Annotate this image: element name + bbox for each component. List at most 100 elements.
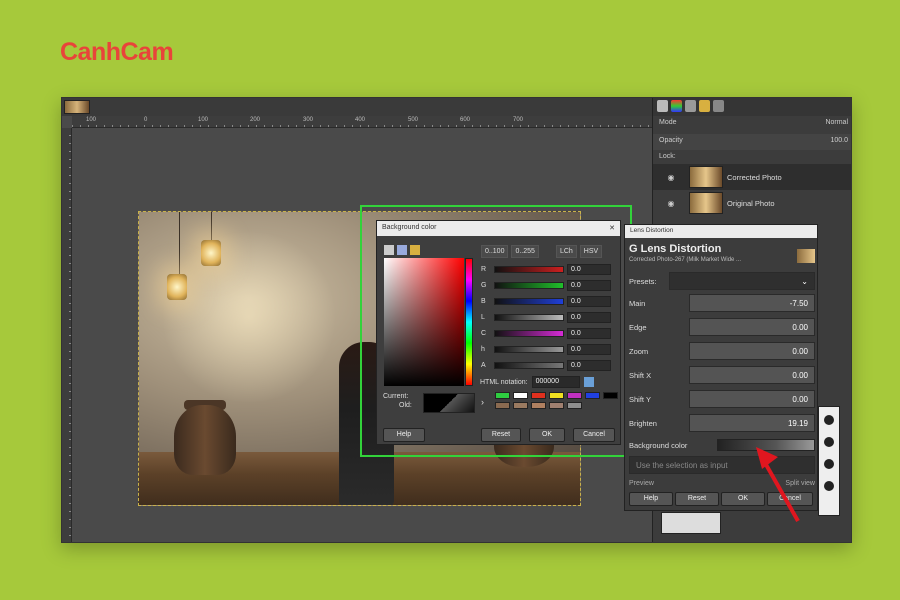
color-slider-r[interactable]: R 0.0 [481,263,618,275]
field-value-input[interactable]: 19.19 [689,414,815,432]
ruler-tick: 600 [460,117,471,123]
slider-track[interactable] [494,297,564,305]
slider-value-input[interactable]: 0.0 [567,311,611,323]
brush-icon[interactable] [824,415,834,425]
image-thumbnail [797,249,815,263]
slider-value-input[interactable]: 0.0 [567,295,611,307]
layer-row[interactable]: ◉ Original Photo [653,190,851,216]
color-slider-l[interactable]: L 0.0 [481,311,618,323]
color-slider-b[interactable]: B 0.0 [481,295,618,307]
field-value-input[interactable]: -7.50 [689,294,815,312]
wheel-icon[interactable] [410,245,420,255]
color-history-swatch[interactable] [513,402,528,409]
field-value-input[interactable]: 0.00 [689,366,815,384]
chevron-right-icon[interactable]: › [481,397,484,407]
color-history-swatch[interactable] [585,392,600,399]
color-history-swatch[interactable] [603,392,618,399]
range-100-button[interactable]: 0..100 [481,245,509,258]
color-selector-icons [384,245,420,255]
field-label: Zoom [629,346,649,356]
saturation-value-picker[interactable] [384,258,464,386]
brush-icon[interactable] [824,459,834,469]
eyedropper-icon[interactable] [583,377,594,387]
range-255-button[interactable]: 0..255 [511,245,539,258]
slider-track[interactable] [494,329,564,337]
dialog-subtitle: Corrected Photo-267 (Milk Market Wide ..… [629,257,742,263]
color-history-swatch[interactable] [495,402,510,409]
brushes-panel[interactable] [818,406,840,516]
slider-value-input[interactable]: 0.0 [567,263,611,275]
paths-tab-icon[interactable] [685,100,696,112]
dialog-window-title: Lens Distortion [630,227,674,234]
html-notation-input[interactable]: 000000 [531,376,580,388]
brush-icon[interactable] [824,437,834,447]
slider-label: R [481,265,487,273]
ruler-tick: 200 [250,117,261,123]
color-history-swatch[interactable] [513,392,528,399]
help-button[interactable]: Help [629,492,673,506]
opacity-input[interactable]: 100.0 [830,137,848,147]
images-tab-icon[interactable] [713,100,724,112]
field-label: Shift Y [629,394,651,404]
slider-track[interactable] [494,345,564,353]
ruler-tick: 700 [513,117,524,123]
slider-value-input[interactable]: 0.0 [567,343,611,355]
ok-button[interactable]: OK [529,428,565,442]
color-history-swatch[interactable] [567,392,582,399]
color-slider-h[interactable]: h 0.0 [481,343,618,355]
eye-icon[interactable]: ◉ [653,173,689,182]
reset-button[interactable]: Reset [481,428,521,442]
presets-label: Presets: [629,276,657,286]
slider-value-input[interactable]: 0.0 [567,359,611,371]
color-history-swatch[interactable] [549,392,564,399]
color-slider-g[interactable]: G 0.0 [481,279,618,291]
hue-strip[interactable] [465,258,473,386]
color-slider-a[interactable]: A 0.0 [481,359,618,371]
color-history-swatch[interactable] [549,402,564,409]
layer-name: Original Photo [727,198,775,208]
slider-value-input[interactable]: 0.0 [567,327,611,339]
slider-track[interactable] [494,265,564,273]
preview-checkbox[interactable]: Preview [629,480,654,487]
color-history-swatch[interactable] [567,402,582,409]
field-value-input[interactable]: 0.00 [689,342,815,360]
layer-thumbnail [689,192,723,214]
mode-row: Mode Normal [653,116,851,132]
scales-icon[interactable] [384,245,394,255]
reset-button[interactable]: Reset [675,492,719,506]
eye-icon[interactable]: ◉ [653,199,689,208]
lamp-cord [179,212,180,277]
field-value-input[interactable]: 0.00 [689,390,815,408]
slider-value-input[interactable]: 0.0 [567,279,611,291]
slider-label: A [481,361,486,369]
channels-tab-icon[interactable] [671,100,682,112]
brush-icon[interactable] [824,481,834,491]
field-label: Edge [629,322,647,332]
field-value-input[interactable]: 0.00 [689,318,815,336]
presets-select[interactable]: ⌄ [669,272,815,290]
color-history-swatch[interactable] [495,392,510,399]
cancel-button[interactable]: Cancel [573,428,615,442]
ruler-tick: 500 [408,117,419,123]
field-label: Shift X [629,370,652,380]
undo-tab-icon[interactable] [699,100,710,112]
slider-track[interactable] [494,313,564,321]
hsv-button[interactable]: HSV [579,245,603,258]
layer-row[interactable]: ◉ Corrected Photo [653,164,851,190]
lch-button[interactable]: LCh [555,245,577,258]
html-notation-row: HTML notation: 000000 [480,376,594,388]
layers-tab-icon[interactable] [657,100,668,112]
color-history-swatch[interactable] [531,402,546,409]
color-history-swatch[interactable] [531,392,546,399]
close-icon[interactable]: ✕ [609,224,615,233]
current-old-labels: Current: Old: [383,392,412,410]
slider-track[interactable] [494,361,564,369]
mode-select[interactable]: Normal [825,119,848,129]
help-button[interactable]: Help [383,428,425,442]
lens-field-main: Main -7.50 [629,293,815,313]
current-color-swatch [423,393,475,413]
image-tab-thumbnail[interactable] [64,100,90,114]
watercolor-icon[interactable] [397,245,407,255]
color-slider-c[interactable]: C 0.0 [481,327,618,339]
slider-track[interactable] [494,281,564,289]
